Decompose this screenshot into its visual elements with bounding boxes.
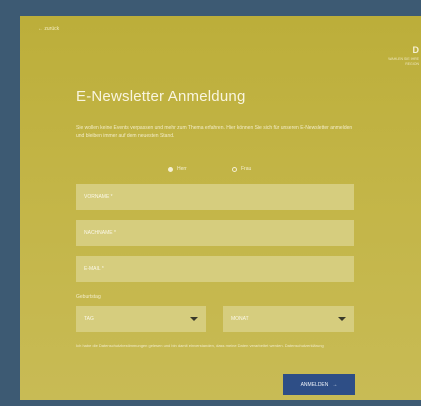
first-name-field[interactable]	[76, 184, 354, 210]
salutation-option-herr[interactable]: Herr	[168, 166, 187, 172]
day-select[interactable]: TAG	[76, 306, 206, 332]
brand-mark: D	[412, 45, 420, 55]
salutation-label-herr: Herr	[177, 166, 187, 172]
radio-unselected-icon	[232, 166, 237, 172]
month-select[interactable]: MONAT	[223, 306, 354, 332]
last-name-field[interactable]	[76, 220, 354, 246]
privacy-consent-text[interactable]: Ich habe die Datenschutzbestimmungen gel…	[76, 342, 358, 349]
chevron-down-icon	[190, 317, 198, 321]
month-select-value: MONAT	[231, 316, 249, 322]
subscribe-button-label: ANMELDEN	[300, 381, 329, 388]
back-link[interactable]: ← zurück	[38, 26, 59, 32]
email-field[interactable]	[76, 256, 354, 282]
page-title: E-Newsletter Anmeldung	[76, 88, 246, 105]
birthday-label: Geburtstag	[76, 294, 101, 300]
salutation-label-frau: Frau	[241, 166, 252, 172]
chevron-down-icon	[338, 317, 346, 321]
newsletter-panel: ← zurück D WAHLEN SIE IHRE REGION E-News…	[20, 16, 421, 400]
salutation-option-frau[interactable]: Frau	[232, 166, 251, 172]
intro-text: Sie wollen keine Events verpassen und me…	[76, 125, 353, 139]
day-select-value: TAG	[84, 316, 94, 322]
region-selector[interactable]: D WAHLEN SIE IHRE REGION	[379, 45, 420, 67]
region-line-1: WAHLEN SIE IHRE	[388, 57, 419, 61]
radio-selected-icon	[168, 166, 173, 172]
arrow-right-icon: →	[332, 381, 338, 388]
region-line-2: REGION	[405, 62, 419, 66]
subscribe-button[interactable]: ANMELDEN →	[283, 374, 355, 395]
